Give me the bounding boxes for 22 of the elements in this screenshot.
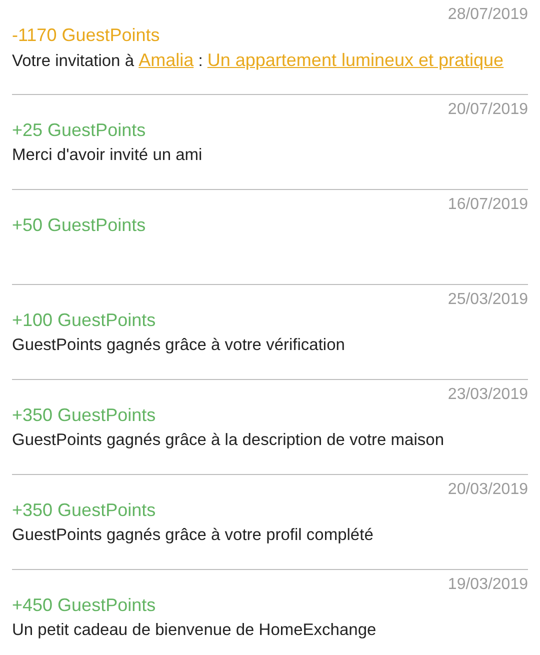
transaction-date: 20/07/2019 [448,101,528,119]
transaction-date: 19/03/2019 [448,576,528,594]
transaction-date: 28/07/2019 [448,6,528,24]
transaction-description: Un petit cadeau de bienvenue de HomeExchange [12,620,378,641]
points-amount: +25 GuestPoints [12,120,146,141]
points-amount: +350 GuestPoints [12,500,156,521]
transaction-description: Votre invitation à Amalia : Un appartement lumineux et pratique [12,49,505,72]
link[interactable]: Amalia [138,50,194,70]
points-amount: +450 GuestPoints [12,595,156,616]
transaction-date: 16/07/2019 [448,196,528,214]
transaction-description: GuestPoints gagnés grâce à votre profil complété [12,525,374,546]
points-amount: +350 GuestPoints [12,405,156,426]
transaction-description: GuestPoints gagnés grâce à la description de votre maison [12,430,445,451]
link[interactable]: Un appartement lumineux et pratique [207,50,504,70]
transaction-date: 20/03/2019 [448,481,528,499]
transaction-date: 25/03/2019 [448,291,528,309]
points-amount: -1170 GuestPoints [12,25,160,46]
transaction-description: GuestPoints gagnés grâce à votre vérification [12,335,346,356]
points-amount: +100 GuestPoints [12,310,156,331]
transaction-description: Merci d'avoir invité un ami [12,145,204,166]
transaction-date: 23/03/2019 [448,386,528,404]
points-amount: +50 GuestPoints [12,215,146,236]
